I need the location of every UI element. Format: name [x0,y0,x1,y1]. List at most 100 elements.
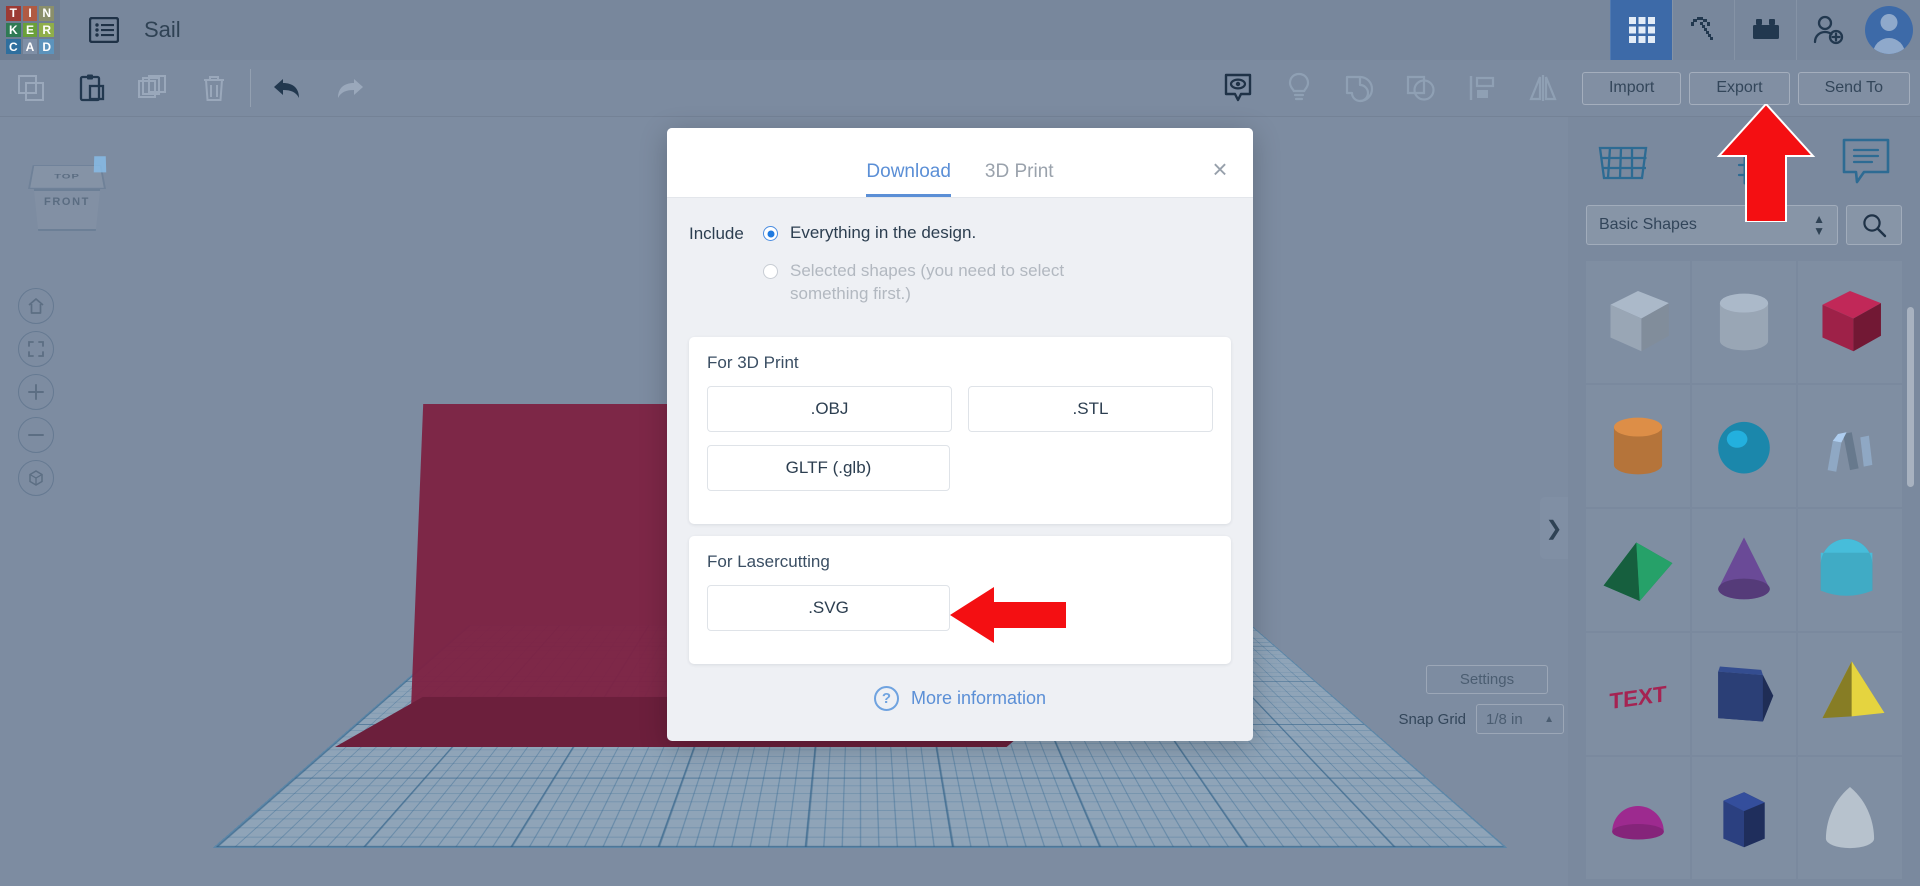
svg-text:TEXT: TEXT [1609,681,1666,714]
zoom-in-button[interactable] [18,374,54,410]
home-view-button[interactable] [18,288,54,324]
shape-item-scribble-blue[interactable] [1798,385,1902,507]
shape-item-cylinder-orange[interactable] [1586,385,1690,507]
copy-icon[interactable] [0,60,61,117]
paste-icon[interactable] [61,60,122,117]
question-circle-icon: ? [873,685,899,711]
shape-item-text-red[interactable]: TEXT [1586,633,1690,755]
logo-cell-e: E [22,22,38,38]
viewcube-front-label[interactable]: FRONT [33,189,101,231]
logo-cell-a: A [22,39,38,54]
shape-item-cylinder-hollow[interactable] [1692,261,1796,383]
shape-item-box-red[interactable] [1798,261,1902,383]
radio-checked-icon[interactable] [763,226,778,241]
import-button[interactable]: Import [1581,71,1682,105]
shapes-scrollbar[interactable] [1907,307,1914,487]
arrow-pointing-to-export [1716,104,1816,222]
logo-cell-k: K [6,22,21,38]
viewcube-highlight [93,156,107,173]
top-header-bar: TIN KER CAD Sail [0,0,1920,60]
undo-icon[interactable] [257,60,318,117]
snap-grid-label: Snap Grid [1398,710,1466,728]
section-3d-print-title: For 3D Print [707,352,799,372]
ungroup-shapes-icon[interactable] [1391,60,1452,117]
tinkercad-logo[interactable]: TIN KER CAD [0,0,60,60]
design-title[interactable]: Sail [144,17,181,43]
send-to-button[interactable]: Send To [1797,71,1910,105]
shape-item-halfsphere-magenta[interactable] [1586,757,1690,879]
pickaxe-minecraft-icon[interactable] [1672,0,1734,60]
radio-option-selected[interactable]: Selected shapes (you need to select some… [763,260,1231,306]
modal-body: Include Everything in the design. Select… [667,198,1253,741]
shape-item-wedge-navy[interactable] [1692,633,1796,755]
shapes-grid: TEXT [1568,261,1920,879]
snap-grid-select[interactable]: 1/8 in ▲ [1476,704,1564,734]
viewport-controls [18,288,54,503]
header-right-icons [1610,0,1920,60]
more-information-link[interactable]: ? More information [689,664,1231,719]
tinkercad-app: TINKERCAD Sail Import Export Send To TOP… [0,0,1920,886]
group-shapes-icon[interactable] [1330,60,1391,117]
close-icon[interactable]: × [1207,156,1233,182]
radio-label-selected: Selected shapes (you need to select some… [790,260,1065,303]
align-icon[interactable] [1452,60,1513,117]
show-hide-eye-icon[interactable] [1208,60,1269,117]
shape-item-sphere-teal[interactable] [1692,385,1796,507]
radio-option-everything[interactable]: Everything in the design. [763,222,1231,245]
include-radio-group: Everything in the design. Selected shape… [763,222,1231,321]
shape-item-pyramid-yellow[interactable] [1798,633,1902,755]
project-menu-icon[interactable] [78,0,130,60]
export-stl-button[interactable]: .STL [968,385,1213,432]
tab-3d-print[interactable]: 3D Print [985,161,1054,197]
fit-to-view-button[interactable] [18,331,54,367]
workplane-icon[interactable] [1594,134,1652,188]
shape-item-paraboloid-gray[interactable] [1798,757,1902,879]
format-row-2: GLTF (.glb) [707,444,1213,491]
toolbar-divider [250,69,251,107]
modal-tabs: Download 3D Print [866,161,1054,197]
logo-cell-n: N [39,6,54,21]
add-person-icon[interactable] [1796,0,1858,60]
snap-grid-value: 1/8 in [1486,710,1523,728]
mirror-flip-icon[interactable] [1513,60,1574,117]
shape-item-polygon-blue[interactable] [1692,757,1796,879]
lightbulb-icon[interactable] [1269,60,1330,117]
delete-trash-icon[interactable] [183,60,244,117]
section-3d-print: For 3D Print .OBJ .STL GLTF (.glb) [689,336,1231,524]
view-orientation-cube[interactable]: TOP FRONT [22,145,114,237]
toolbar-left-group [0,60,379,117]
shape-item-roof-teal[interactable] [1798,509,1902,631]
chevron-up-icon: ▲ [1544,713,1554,725]
include-options-row: Include Everything in the design. Select… [689,222,1231,325]
modal-header: Download 3D Print × [667,128,1253,198]
radio-unchecked-icon[interactable] [763,263,778,279]
shape-category-value: Basic Shapes [1599,216,1697,233]
logo-cell-d: D [39,39,54,54]
logo-cell-t: T [6,6,21,21]
export-download-modal: Download 3D Print × Include Everything i… [667,128,1253,741]
logo-cell-i: I [22,6,38,21]
tab-download[interactable]: Download [866,161,951,197]
export-gltf-button[interactable]: GLTF (.glb) [707,444,950,491]
user-avatar[interactable] [1858,0,1920,60]
radio-label-everything: Everything in the design. [790,223,977,242]
search-icon[interactable] [1846,205,1902,245]
shape-item-wedge-green[interactable] [1586,509,1690,631]
redo-icon[interactable] [318,60,379,117]
edit-toolbar: Import Export Send To [0,60,1920,117]
export-obj-button[interactable]: .OBJ [707,385,952,432]
export-svg-button[interactable]: .SVG [707,584,950,631]
settings-button[interactable]: Settings [1426,665,1548,694]
duplicate-icon[interactable] [122,60,183,117]
panel-collapse-handle[interactable]: ❯ [1540,497,1568,559]
snap-grid-control: Snap Grid 1/8 in ▲ [1398,704,1564,734]
notes-comment-icon[interactable] [1838,134,1894,188]
grid-apps-icon[interactable] [1610,0,1672,60]
shape-item-cone-purple[interactable] [1692,509,1796,631]
export-button[interactable]: Export [1689,71,1790,105]
lego-brick-icon[interactable] [1734,0,1796,60]
zoom-out-button[interactable] [18,417,54,453]
shape-item-box-hollow[interactable] [1586,261,1690,383]
logo-cell-r: R [39,22,54,38]
ortho-perspective-toggle[interactable] [18,460,54,496]
